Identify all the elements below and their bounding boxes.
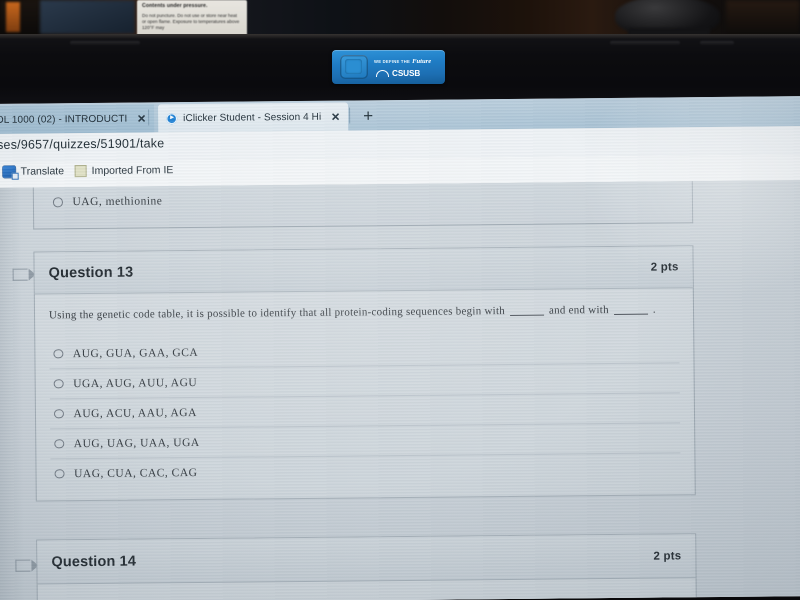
question-text-before: Using the genetic code table, it is poss…	[48, 305, 506, 322]
question-flag-icon[interactable]	[12, 268, 28, 281]
webcam-cover-script-word: Future	[412, 57, 432, 65]
webcam-cover-tagline: WE DEFINE THE Future	[374, 57, 438, 66]
answer-label: UAG, methionine	[72, 195, 163, 209]
question-text-after: .	[652, 303, 656, 316]
bezel-vent-right	[610, 41, 680, 45]
browser-tab-iclicker[interactable]: iClicker Student - Session 4 Histo ✕	[158, 102, 349, 133]
question-flag-icon[interactable]	[15, 559, 31, 572]
page-title: Question 14	[51, 553, 137, 570]
new-tab-button[interactable]: +	[358, 106, 378, 126]
blurred-object-right	[726, 0, 800, 36]
orange-object	[6, 2, 20, 32]
tab-divider-2	[349, 107, 351, 124]
photographed-laptop-scene: Contents under pressure. Do not puncture…	[0, 0, 800, 600]
address-bar-url[interactable]: ourses/9657/quizzes/51901/take	[0, 136, 164, 152]
blank-2	[613, 313, 648, 315]
page-title: Question 13	[48, 264, 134, 281]
bookmark-label: Translate	[20, 165, 65, 178]
bookmark-item-imported-from-ie[interactable]: Imported From IE	[74, 164, 174, 178]
answer-label: AUG, GUA, GAA, GCA	[72, 346, 199, 360]
webcam-cover-brand: CSUSB	[376, 68, 438, 79]
webcam-cover-slider-inner	[345, 59, 362, 74]
answer-label: AUG, ACU, AAU, AGA	[73, 406, 197, 420]
question-text: Using the genetic code table, it is poss…	[49, 302, 679, 323]
answer-radio[interactable]	[54, 469, 65, 479]
question-card-14: Question 14 2 pts	[36, 533, 697, 600]
browser-tab-biol1000[interactable]: BIOL 1000 (02) - INTRODUCTION ✕	[0, 104, 155, 135]
answer-label: UGA, AUG, AUU, AGU	[73, 376, 198, 390]
csusb-brand-text: CSUSB	[392, 69, 421, 78]
previous-question-answer-row[interactable]: UAG, methionine	[52, 195, 163, 209]
laptop-screen: BIOL 1000 (02) - INTRODUCTION ✕ iClicker…	[0, 96, 800, 600]
bookmark-label: Imported From IE	[91, 164, 174, 177]
answer-radio[interactable]	[52, 197, 63, 208]
warning-label-heading: Contents under pressure.	[142, 3, 208, 9]
warning-label-body: Do not puncture. Do not use or store nea…	[142, 13, 240, 31]
translate-icon	[2, 165, 16, 178]
question-text-middle: and end with	[548, 304, 609, 317]
question-card-13: Question 13 2 pts Using the genetic code…	[33, 245, 696, 502]
question-body: Using the genetic code table, it is poss…	[35, 288, 695, 494]
question-points: 2 pts	[650, 260, 679, 274]
blurred-box-text	[48, 4, 49, 9]
close-icon[interactable]: ✕	[133, 112, 146, 125]
bookmark-item-translate[interactable]: Translate	[2, 165, 65, 178]
iclicker-icon	[166, 112, 178, 124]
answer-radio[interactable]	[53, 409, 64, 419]
browser-tab-title: BIOL 1000 (02) - INTRODUCTION	[0, 113, 127, 126]
answer-option[interactable]: UAG, CUA, CAC, CAG	[50, 453, 680, 488]
blank-1	[510, 314, 545, 316]
bezel-vent-far-right	[700, 41, 734, 45]
webcam-cover-tagline-text: WE DEFINE THE	[374, 59, 411, 64]
question-points: 2 pts	[653, 549, 682, 563]
question-header: Question 13 2 pts	[34, 246, 693, 295]
browser-tab-title: iClicker Student - Session 4 Histo	[183, 111, 321, 124]
question-header: Question 14 2 pts	[37, 534, 696, 585]
close-icon[interactable]: ✕	[327, 110, 340, 123]
answer-radio[interactable]	[53, 349, 63, 359]
answer-radio[interactable]	[54, 439, 64, 449]
answer-label: AUG, UAG, UAA, UGA	[73, 436, 200, 450]
tab-divider-1	[148, 109, 150, 126]
bezel-top-highlight	[0, 34, 800, 39]
bezel-vent-left	[70, 41, 140, 45]
answer-label: UAG, CUA, CAC, CAG	[73, 466, 198, 480]
answer-radio[interactable]	[53, 379, 64, 389]
folder-icon	[74, 165, 87, 178]
blurred-box-left	[40, 0, 135, 34]
csusb-arch-icon	[376, 70, 389, 77]
answer-list: AUG, GUA, GAA, GCA UGA, AUG, AUU, AGU AU…	[49, 333, 681, 488]
